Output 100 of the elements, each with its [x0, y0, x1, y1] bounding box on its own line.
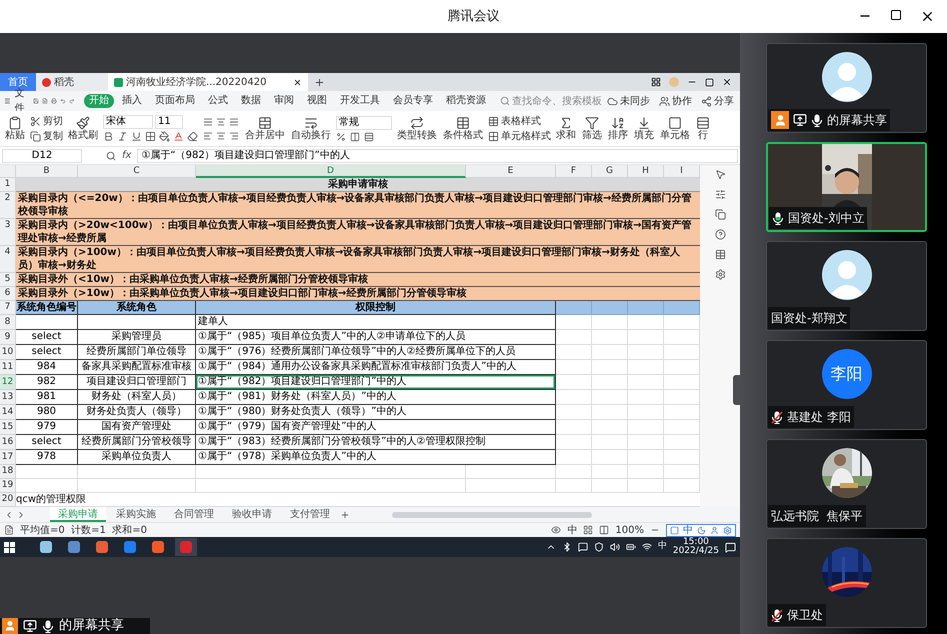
merge-button[interactable]: 合并居中 [242, 112, 288, 144]
maximize-icon[interactable] [705, 78, 714, 86]
redo-icon[interactable] [68, 96, 74, 106]
bold-icon[interactable] [103, 131, 114, 142]
chat-icon[interactable] [578, 542, 588, 552]
align-bottom-icon[interactable] [229, 116, 239, 126]
pointer-icon[interactable] [714, 169, 726, 180]
settings-icon[interactable] [723, 526, 732, 534]
row-number[interactable]: 7 [0, 301, 16, 315]
document-icon[interactable] [42, 96, 48, 106]
ribbon-tab[interactable]: 审阅 [268, 94, 299, 108]
sync-button[interactable]: 未同步 [605, 94, 652, 108]
bluetooth-icon[interactable] [562, 542, 572, 552]
paste-button[interactable]: 粘贴 [2, 112, 28, 144]
table-icon[interactable] [714, 249, 726, 260]
close-tab-icon[interactable] [293, 78, 302, 86]
italic-icon[interactable] [117, 131, 128, 142]
copy-icon[interactable] [714, 209, 726, 220]
sheet-tab[interactable]: 采购申请 [50, 507, 106, 522]
settings-icon[interactable] [714, 269, 726, 280]
sheet-tab[interactable]: 支付管理 [282, 507, 338, 522]
number-format-field[interactable]: 常规 [336, 116, 392, 130]
row-number[interactable]: 13 [0, 390, 16, 405]
participant-tile[interactable]: 国资处-郑翔文 [766, 241, 927, 331]
ribbon-tab[interactable]: 插入 [116, 94, 147, 108]
ime-toolbar[interactable]: 中 [666, 524, 736, 536]
ribbon-tab[interactable]: 会员专享 [388, 94, 438, 108]
row-number[interactable]: 17 [0, 450, 16, 465]
app-tab[interactable]: 稻壳 [36, 73, 108, 91]
close-icon[interactable] [920, 9, 935, 24]
border-icon[interactable] [145, 131, 156, 142]
row-number[interactable]: 19 [0, 479, 16, 493]
sort-button[interactable]: 排序 [605, 112, 631, 144]
fill-button[interactable]: 填充 [631, 112, 657, 144]
battery-icon[interactable] [626, 542, 636, 552]
app-tab[interactable]: 河南牧业经济学院...20220420 [108, 73, 308, 91]
muted-mic-icon[interactable] [771, 410, 783, 424]
row-number[interactable]: 8 [0, 315, 16, 330]
checkbox-icon[interactable] [670, 526, 679, 534]
font-color-icon[interactable] [173, 131, 184, 142]
user-icon[interactable] [710, 526, 719, 534]
participant-tile[interactable]: 李阳 基建处 李阳 [766, 340, 927, 430]
conditional-format-button[interactable]: 条件格式 [440, 112, 486, 144]
input-mode[interactable]: 中 [567, 522, 578, 538]
table-style-button[interactable]: 表格样式 [486, 114, 553, 128]
percent-icon[interactable] [336, 132, 346, 142]
participant-tile[interactable]: 的屏幕共享 [766, 43, 927, 133]
name-box[interactable]: D12 [2, 148, 82, 162]
windows-logo-icon[interactable] [4, 542, 15, 552]
thousands-icon[interactable] [364, 132, 374, 142]
row-number[interactable]: 1 [0, 178, 16, 192]
participant-tile[interactable]: 弘远书院 焦保平 [766, 439, 927, 529]
share-button[interactable]: 分享 [699, 94, 736, 108]
zoom-icon[interactable] [106, 150, 116, 160]
row-button[interactable]: 行 [693, 112, 713, 144]
row-number[interactable]: 16 [0, 435, 16, 450]
align-middle-icon[interactable] [216, 116, 226, 126]
font-field[interactable]: 宋体 [103, 115, 153, 129]
cut-button[interactable]: 剪切 [28, 114, 65, 128]
page-view-icon[interactable] [599, 525, 610, 535]
sum-button[interactable]: 求和 [553, 112, 579, 144]
ribbon-tab[interactable]: 开发工具 [334, 94, 385, 108]
fill-color-icon[interactable] [159, 131, 170, 142]
row-number[interactable]: 9 [0, 330, 16, 345]
eye-icon[interactable] [551, 525, 562, 535]
ribbon-tab[interactable]: 数据 [236, 94, 266, 108]
add-sheet-icon[interactable] [340, 510, 350, 520]
notification-icon[interactable] [725, 542, 736, 552]
filter-button[interactable]: 筛选 [579, 112, 605, 144]
new-tab-icon[interactable] [314, 76, 325, 88]
convert-button[interactable]: 类型转换 [394, 112, 440, 144]
shield-icon[interactable] [594, 542, 604, 552]
save-icon[interactable] [33, 96, 39, 106]
ribbon-tab[interactable]: 页面布局 [150, 94, 200, 108]
row-number[interactable]: 6 [0, 287, 16, 301]
layout-icon[interactable] [651, 77, 661, 87]
normal-view-icon[interactable] [583, 525, 594, 535]
row-number[interactable]: 11 [0, 360, 16, 375]
column-header[interactable]: D [196, 165, 466, 178]
align-right-icon[interactable] [229, 130, 239, 140]
wrap-text-button[interactable]: 自动换行 [288, 112, 334, 144]
zoom-level[interactable]: 100% [615, 522, 644, 538]
font-size-field[interactable]: 11 [155, 115, 183, 129]
decimal-icon[interactable] [350, 132, 360, 142]
row-number[interactable]: 10 [0, 345, 16, 360]
cell-style-button[interactable]: 单元格样式 [486, 128, 553, 144]
document-icon[interactable] [4, 525, 14, 535]
muted-mic-icon[interactable] [771, 608, 783, 622]
row-number[interactable]: 18 [0, 465, 16, 479]
ribbon-tab[interactable]: 公式 [202, 94, 233, 108]
tray-ime[interactable]: 中 [658, 540, 667, 554]
participant-tile[interactable]: 国资处-刘中立 [766, 142, 927, 232]
row-number[interactable]: 12 [0, 375, 16, 390]
participant-tile[interactable]: 保卫处 [766, 538, 927, 628]
row-number[interactable]: 15 [0, 420, 16, 435]
collaborate-button[interactable]: 协作 [657, 94, 694, 108]
underline-icon[interactable] [131, 131, 142, 142]
row-number[interactable]: 4 [0, 246, 16, 273]
format-painter-button[interactable]: 格式刷 [65, 112, 101, 144]
volume-icon[interactable] [610, 542, 620, 552]
